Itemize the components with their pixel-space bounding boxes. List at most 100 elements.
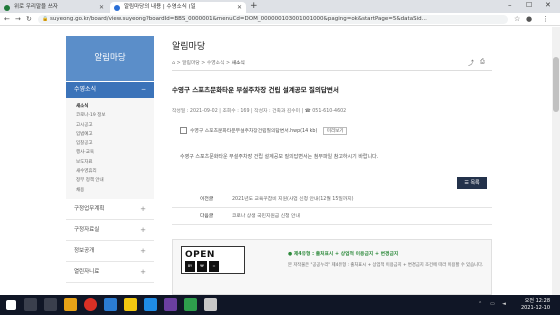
collapse-minus-icon: − bbox=[140, 86, 146, 93]
list-button-label: 목록 bbox=[470, 180, 480, 186]
maximize-icon[interactable]: ☐ bbox=[526, 1, 532, 9]
share-icon[interactable]: ⤴ bbox=[468, 58, 474, 67]
breadcrumb-item[interactable]: 알림마당 bbox=[182, 61, 200, 66]
volume-icon[interactable]: ◄ bbox=[502, 301, 506, 307]
reload-icon[interactable]: ↻ bbox=[26, 15, 32, 23]
clock-date: 2021-12-10 bbox=[520, 305, 550, 311]
page-title: 알림마당 bbox=[172, 42, 206, 52]
web-page: 알림마당 수영소식 − 새소식 코로나-19 정보 고시공고 입법예고 입찰공고… bbox=[0, 27, 552, 295]
sidebar-section[interactable]: 구정자료실 + bbox=[66, 220, 154, 241]
attachment-row: 수영구 스포츠문화타운부설주차장건립질의답변서.hwp(14 kb) 미리보기 bbox=[180, 127, 348, 135]
page-scrollbar[interactable] bbox=[552, 27, 560, 295]
edge-icon[interactable] bbox=[104, 298, 117, 311]
prev-post-link[interactable]: 2021년도 교육꾸잡비 지원(사업 신청 안내(12월 15일까지) bbox=[232, 191, 354, 208]
site-favicon-icon bbox=[4, 5, 10, 11]
submenu-item[interactable]: 행사·교육 bbox=[76, 148, 154, 157]
noderivs-icon: = bbox=[209, 261, 219, 272]
submenu-item[interactable]: 코로나-19 정보 bbox=[76, 111, 154, 120]
post-title: 수영구 스포츠문화타운 부설주차장 건립 설계공모 질의답변서 bbox=[172, 86, 339, 94]
submenu-item[interactable]: 고시공고 bbox=[76, 121, 154, 130]
sidebar-section-label: 구정자료실 bbox=[74, 226, 100, 233]
file-icon bbox=[180, 127, 187, 134]
expand-plus-icon: + bbox=[140, 267, 146, 276]
kakaotalk-icon[interactable] bbox=[124, 298, 137, 311]
clock-time: 오전 12:28 bbox=[524, 298, 550, 304]
site-favicon-icon bbox=[114, 5, 120, 11]
expand-plus-icon: + bbox=[140, 225, 146, 234]
post-body: 수영구 스포츠문화타운 부설주차장 건립 설계공모 질의답변서는 첨부파일 참고… bbox=[180, 154, 379, 160]
back-arrow-icon[interactable]: ← bbox=[4, 15, 10, 23]
home-icon[interactable]: ⌂ bbox=[172, 61, 175, 66]
tab-title: 위로 우리말을 쓰자 bbox=[14, 4, 58, 10]
sidebar-section-label: 열린자니료 bbox=[74, 268, 100, 275]
new-tab-plus-icon[interactable]: + bbox=[250, 1, 258, 11]
submenu-item[interactable]: 새수영휴리 bbox=[76, 167, 154, 176]
app-icon[interactable] bbox=[164, 298, 177, 311]
sidebar-section-label: 정보공개 bbox=[74, 247, 95, 254]
submenu-item[interactable]: 입찰공고 bbox=[76, 139, 154, 148]
network-icon[interactable]: ▭ bbox=[490, 301, 495, 307]
browser-tab-1[interactable]: 위로 우리말을 쓰자 ✕ bbox=[0, 2, 108, 13]
submenu-item[interactable]: 보도자료 bbox=[76, 158, 154, 167]
tray-chevron-icon[interactable]: ⌃ bbox=[478, 301, 482, 307]
breadcrumb-item[interactable]: 수영소식 bbox=[207, 61, 225, 66]
next-post-row[interactable]: 다음글 코로나 상생 국민지원금 신청 안내 bbox=[172, 208, 492, 225]
post-meta: 작성일 : 2021-09-02 | 조회수 : 169 | 작성자 : 건축과… bbox=[172, 109, 347, 114]
breadcrumb: ⌂ > 알림마당 > 수영소식 > 새소식 bbox=[172, 61, 245, 66]
chrome-icon[interactable] bbox=[84, 298, 97, 311]
sidebar-section-active[interactable]: 수영소식 − bbox=[66, 82, 154, 98]
browser-tab-2-active[interactable]: 알림마당의 내용 | 수영소식 (일 ✕ bbox=[110, 2, 246, 13]
submenu-item[interactable]: 새소식 bbox=[76, 102, 154, 111]
menu-dots-icon[interactable]: ⋮ bbox=[542, 15, 549, 23]
sidebar-section[interactable]: 열린자니료 + bbox=[66, 262, 154, 283]
next-label: 다음글 bbox=[200, 214, 214, 219]
task-view-icon[interactable] bbox=[44, 298, 57, 311]
address-bar-row: ← → ↻ 🔒 suyeong.go.kr/board/view.suyeong… bbox=[0, 13, 560, 26]
kogl-description: 본 저작물은 "공공누리" 제4유형 : 출처표시 + 상업적 이용금지 + 변… bbox=[288, 263, 484, 268]
url-field[interactable]: 🔒 suyeong.go.kr/board/view.suyeong?board… bbox=[38, 15, 508, 24]
print-icon[interactable]: ⎙ bbox=[480, 58, 485, 66]
divider bbox=[172, 70, 492, 71]
sidebar-section-label: 수영소식 bbox=[74, 86, 97, 93]
tab-title: 알림마당의 내용 | 수영소식 (일 bbox=[124, 4, 196, 10]
sidebar-submenu: 새소식 코로나-19 정보 고시공고 입법예고 입찰공고 행사·교육 보도자료 … bbox=[66, 98, 154, 199]
kogl-type: ● 제4유형 : 출처표시 + 상업적 이용금지 + 변경금지 bbox=[288, 252, 399, 257]
bookmark-star-icon[interactable]: ☆ bbox=[514, 15, 520, 23]
prev-post-row[interactable]: 이전글 2021년도 교육꾸잡비 지원(사업 신청 안내(12월 15일까지) bbox=[172, 191, 492, 208]
kogl-license-box: OPEN BY ₩ = ● 제4유형 : 출처표시 + 상업적 이용금지 + 변… bbox=[172, 239, 492, 295]
start-windows-icon[interactable] bbox=[6, 300, 16, 310]
tab-close-icon[interactable]: ✕ bbox=[99, 2, 104, 13]
minimize-icon[interactable]: – bbox=[508, 1, 512, 9]
search-icon[interactable] bbox=[24, 298, 37, 311]
scrollbar-thumb[interactable] bbox=[553, 57, 559, 112]
app-icon[interactable] bbox=[204, 298, 217, 311]
prev-label: 이전글 bbox=[200, 197, 214, 202]
app-icon[interactable] bbox=[144, 298, 157, 311]
browser-tab-bar: 위로 우리말을 쓰자 ✕ 알림마당의 내용 | 수영소식 (일 ✕ + – ☐ … bbox=[0, 0, 560, 13]
forward-arrow-icon[interactable]: → bbox=[15, 15, 21, 23]
expand-plus-icon: + bbox=[140, 204, 146, 213]
windows-taskbar: ⌃ ▭ ◄ 오전 12:28 2021-12-10 bbox=[0, 295, 560, 315]
sidebar-section[interactable]: 정보공개 + bbox=[66, 241, 154, 262]
noncommercial-icon: ₩ bbox=[197, 261, 207, 272]
app-icon[interactable] bbox=[184, 298, 197, 311]
file-explorer-icon[interactable] bbox=[64, 298, 77, 311]
window-close-icon[interactable]: ✕ bbox=[545, 1, 551, 9]
attachment-link[interactable]: 수영구 스포츠문화타운부설주차장건립질의답변서.hwp(14 kb) bbox=[190, 129, 317, 134]
url-text: suyeong.go.kr/board/view.suyeong?boardId… bbox=[50, 16, 427, 22]
preview-button[interactable]: 미리보기 bbox=[322, 127, 348, 135]
profile-icon[interactable]: ● bbox=[526, 15, 532, 23]
tab-close-icon[interactable]: ✕ bbox=[237, 2, 242, 13]
submenu-item[interactable]: 입법예고 bbox=[76, 130, 154, 139]
lock-icon: 🔒 bbox=[42, 16, 49, 22]
expand-plus-icon: + bbox=[140, 246, 146, 255]
kogl-open-logo: OPEN BY ₩ = bbox=[181, 246, 245, 274]
list-button[interactable]: ☰ 목록 bbox=[457, 177, 487, 189]
submenu-item[interactable]: 채용 bbox=[76, 186, 154, 195]
sidebar-title: 알림마당 bbox=[66, 36, 154, 81]
sidebar-section[interactable]: 구정업무계획 + bbox=[66, 199, 154, 220]
submenu-item[interactable]: 정부 정책 안내 bbox=[76, 176, 154, 185]
next-post-link[interactable]: 코로나 상생 국민지원금 신청 안내 bbox=[232, 208, 300, 225]
breadcrumb-current: 새소식 bbox=[231, 61, 245, 66]
taskbar-clock[interactable]: 오전 12:28 2021-12-10 bbox=[521, 298, 550, 312]
